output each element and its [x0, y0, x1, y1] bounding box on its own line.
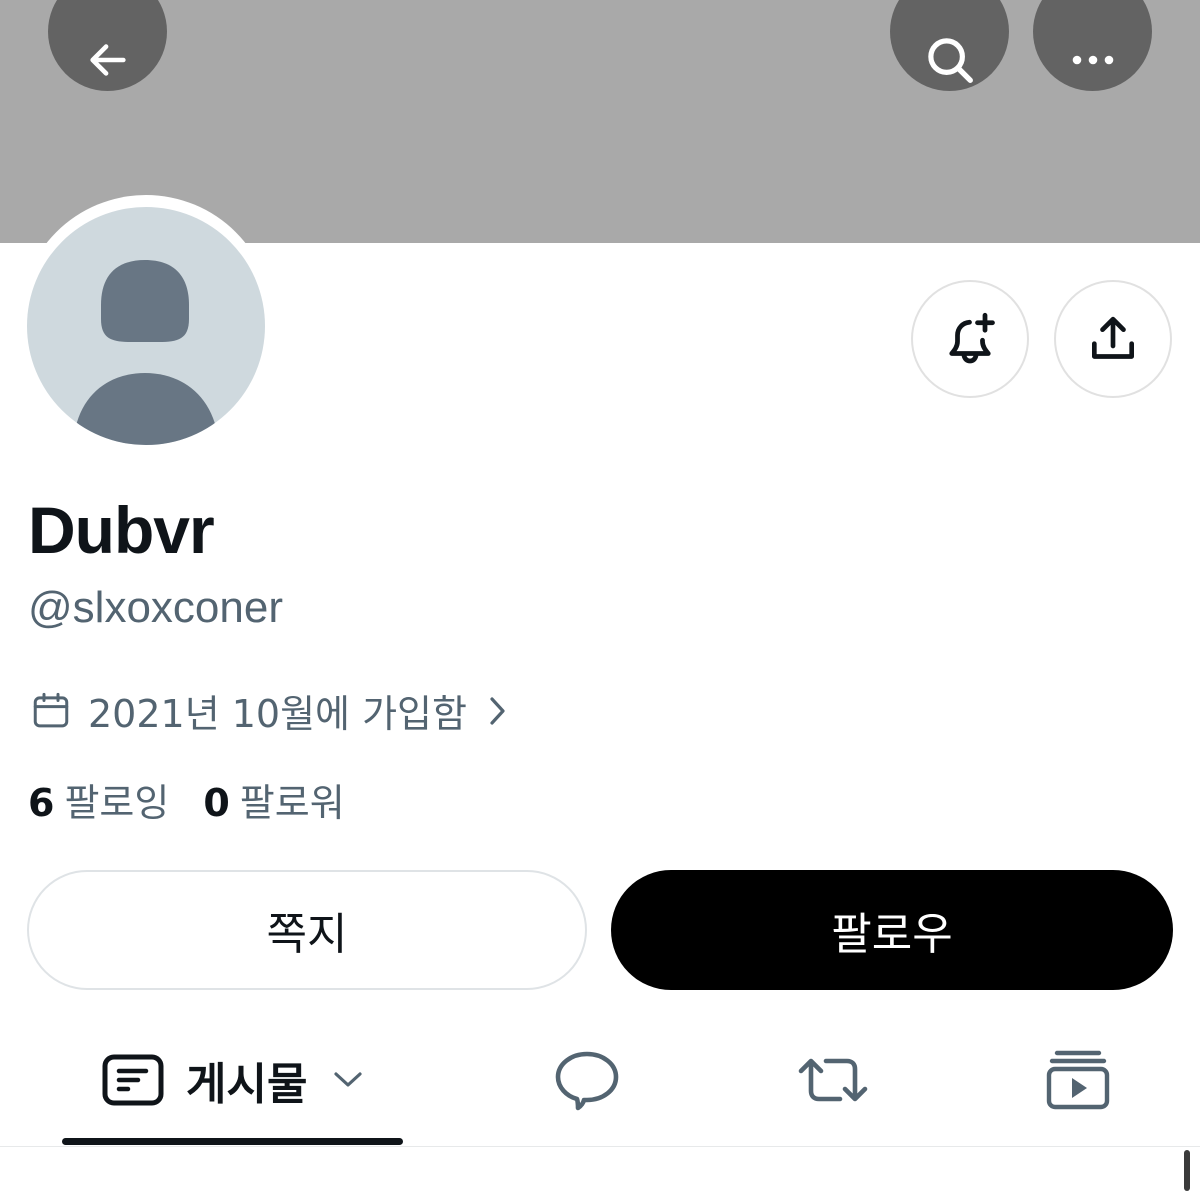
- avatar[interactable]: [27, 207, 265, 445]
- tabs-divider: [0, 1146, 1200, 1147]
- tab-media[interactable]: [1045, 1036, 1111, 1124]
- search-icon: [927, 37, 973, 83]
- tab-posts[interactable]: 게시물: [102, 1036, 363, 1124]
- profile-handle: @slxoxconer: [28, 583, 283, 632]
- active-tab-indicator: [62, 1138, 403, 1145]
- display-name: Dubvr: [28, 493, 215, 567]
- following-link[interactable]: 6 팔로잉: [28, 772, 169, 827]
- notify-button[interactable]: [911, 280, 1029, 398]
- tab-posts-label: 게시물: [186, 1059, 308, 1110]
- share-icon: [1092, 316, 1134, 359]
- tab-replies[interactable]: [554, 1036, 620, 1124]
- following-count: 6: [28, 781, 55, 825]
- tab-reposts[interactable]: [796, 1036, 870, 1124]
- arrow-left-icon: [89, 43, 126, 76]
- more-horizontal-icon: [1072, 55, 1113, 64]
- chevron-right-icon: [490, 696, 505, 725]
- message-button[interactable]: 쪽지: [27, 870, 587, 990]
- followers-label: 팔로워: [239, 781, 345, 825]
- joined-date-row[interactable]: 2021년 10월에 가입함: [30, 683, 509, 738]
- posts-icon: [102, 1054, 164, 1106]
- default-avatar-icon: [73, 260, 219, 445]
- repost-icon: [798, 1058, 868, 1102]
- follow-button[interactable]: 팔로우: [611, 870, 1173, 990]
- joined-date-text: 2021년 10월에 가입함: [88, 692, 467, 736]
- follow-stats: 6 팔로잉 0 팔로워: [28, 772, 379, 827]
- following-label: 팔로잉: [64, 781, 170, 825]
- calendar-icon: [33, 692, 69, 727]
- scrollbar-thumb[interactable]: [1184, 1150, 1190, 1191]
- chevron-down-icon[interactable]: [333, 1071, 363, 1089]
- reply-bubble-icon: [555, 1051, 619, 1111]
- followers-count: 0: [203, 781, 230, 825]
- profile-tabs: 게시물: [0, 1036, 1200, 1146]
- bell-plus-icon: [949, 312, 995, 364]
- share-button[interactable]: [1054, 280, 1172, 398]
- followers-link[interactable]: 0 팔로워: [203, 772, 344, 827]
- media-play-icon: [1046, 1050, 1110, 1110]
